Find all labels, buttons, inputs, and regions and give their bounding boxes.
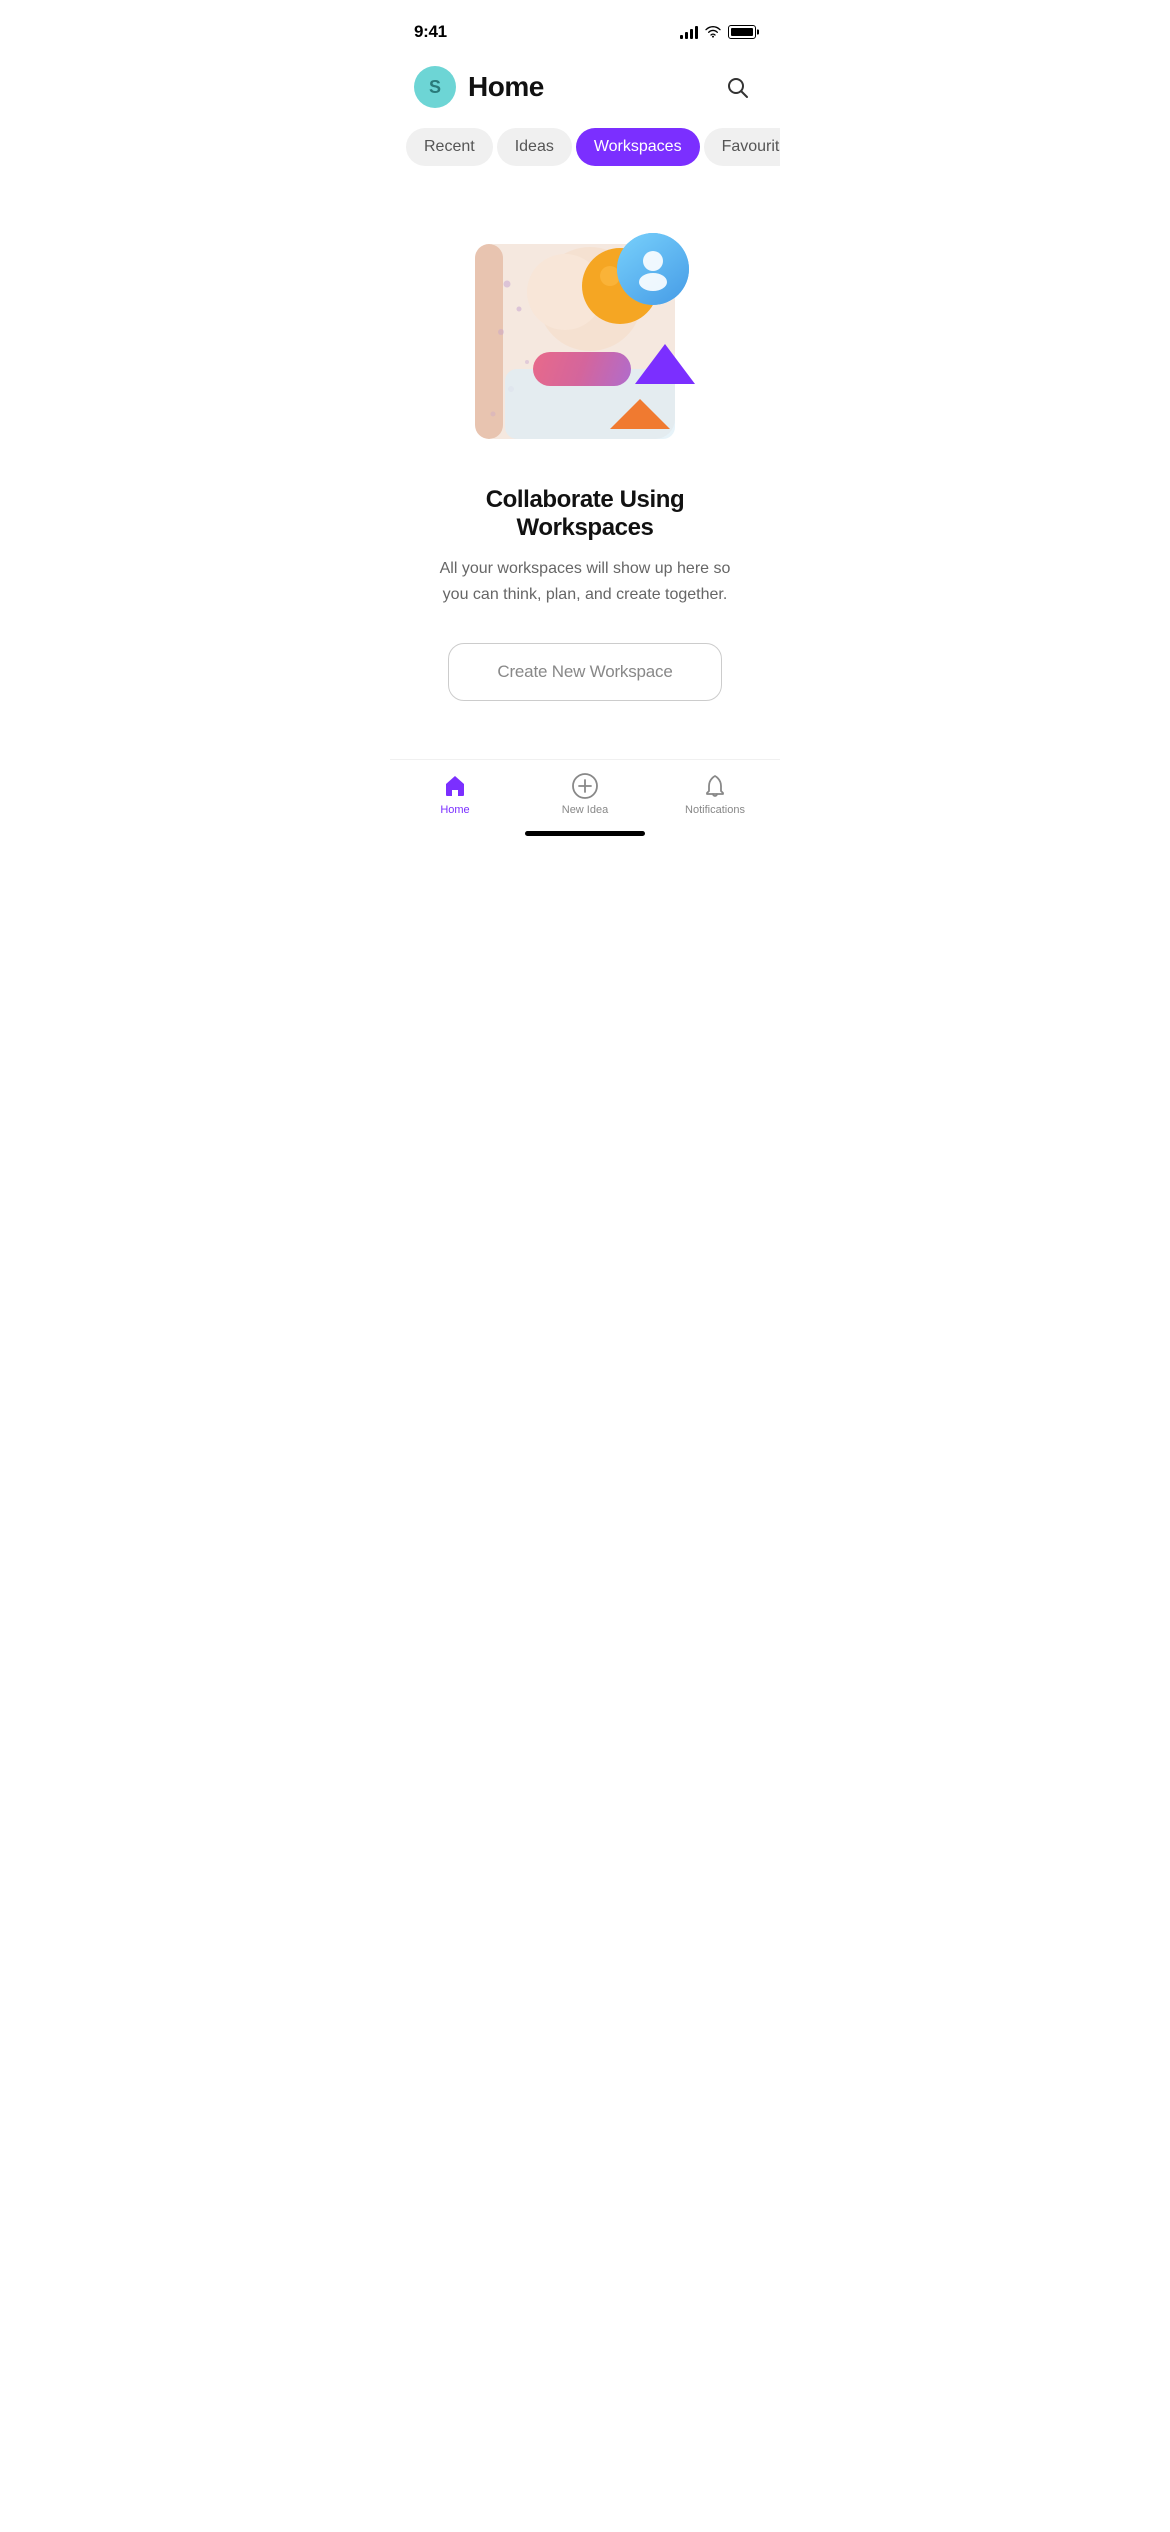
content-subtitle: All your workspaces will show up here so… — [425, 556, 745, 607]
illustration — [455, 214, 715, 454]
home-indicator — [525, 831, 645, 836]
wifi-icon — [705, 26, 721, 38]
new-idea-icon — [571, 772, 599, 800]
content-title: Collaborate Using Workspaces — [422, 486, 748, 542]
header: S Home — [390, 54, 780, 120]
tabs-container: Recent Ideas Workspaces Favourites — [390, 120, 780, 174]
create-workspace-button[interactable]: Create New Workspace — [448, 643, 721, 701]
tab-favourites[interactable]: Favourites — [704, 128, 780, 166]
avatar[interactable]: S — [414, 66, 456, 108]
home-icon — [441, 772, 469, 800]
nav-home[interactable]: Home — [420, 772, 490, 816]
tab-workspaces[interactable]: Workspaces — [576, 128, 700, 166]
notification-icon — [701, 772, 729, 800]
tab-ideas[interactable]: Ideas — [497, 128, 572, 166]
search-icon — [725, 75, 749, 99]
page-title: Home — [468, 71, 544, 103]
status-bar: 9:41 — [390, 0, 780, 50]
workspace-illustration — [455, 214, 715, 454]
signal-icon — [680, 25, 698, 39]
nav-new-idea-label: New Idea — [562, 804, 608, 816]
status-time: 9:41 — [414, 22, 447, 42]
status-icons — [680, 25, 756, 39]
nav-notifications[interactable]: Notifications — [680, 772, 750, 816]
nav-new-idea[interactable]: New Idea — [550, 772, 620, 816]
tab-recent[interactable]: Recent — [406, 128, 493, 166]
search-button[interactable] — [718, 68, 756, 106]
battery-icon — [728, 25, 756, 39]
header-left: S Home — [414, 66, 544, 108]
main-content: Collaborate Using Workspaces All your wo… — [390, 174, 780, 721]
nav-notifications-label: Notifications — [685, 804, 745, 816]
nav-home-label: Home — [440, 804, 469, 816]
